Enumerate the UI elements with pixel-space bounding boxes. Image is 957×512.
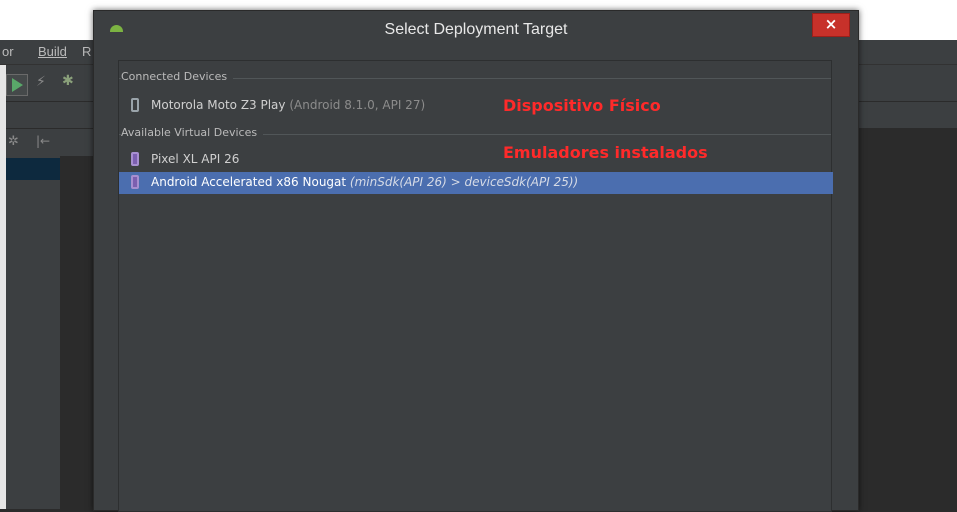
debug-icon[interactable]: ✱ [62, 73, 74, 89]
run-icon[interactable] [6, 74, 28, 96]
section-connected-devices: Connected Devices [119, 69, 831, 87]
project-tree-selected-row[interactable] [0, 158, 60, 180]
device-row-physical[interactable]: Motorola Moto Z3 Play (Android 8.1.0, AP… [119, 95, 833, 117]
collapse-icon[interactable]: |← [36, 134, 50, 148]
device-label: Motorola Moto Z3 Play (Android 8.1.0, AP… [151, 98, 425, 112]
device-detail: (Android 8.1.0, API 27) [285, 98, 426, 112]
dialog-title: Select Deployment Target [384, 21, 568, 38]
annotation-emulators: Emuladores instalados [503, 143, 708, 162]
menu-item-build[interactable]: Build [38, 44, 67, 59]
emulator-icon [131, 152, 139, 166]
device-row-virtual-selected[interactable]: Android Accelerated x86 Nougat (minSdk(A… [119, 172, 833, 194]
dialog-titlebar[interactable]: Select Deployment Target × [94, 11, 858, 49]
close-icon[interactable]: × [812, 13, 850, 37]
project-panel-header: ✲ |← [0, 128, 100, 157]
phone-icon [131, 98, 139, 112]
device-name: Pixel XL API 26 [151, 152, 240, 166]
device-row-virtual[interactable]: Pixel XL API 26 [119, 149, 833, 171]
device-list: Connected Devices Motorola Moto Z3 Play … [118, 60, 833, 512]
device-label: Pixel XL API 26 [151, 152, 239, 166]
menu-item-editor[interactable]: or [2, 44, 14, 59]
section-virtual-devices: Available Virtual Devices [119, 125, 831, 143]
annotation-physical-device: Dispositivo Físico [503, 96, 661, 115]
project-panel [0, 156, 60, 509]
device-label: Android Accelerated x86 Nougat (minSdk(A… [151, 175, 578, 189]
select-deployment-target-dialog: Select Deployment Target × Connected Dev… [93, 10, 859, 512]
device-name: Android Accelerated x86 Nougat [151, 175, 347, 189]
menu-item-run[interactable]: R [82, 44, 91, 59]
section-label: Connected Devices [121, 70, 234, 83]
gear-icon[interactable]: ✲ [8, 134, 19, 149]
window-edge [0, 65, 6, 509]
emulator-icon [131, 175, 139, 189]
device-detail: (minSdk(API 26) > deviceSdk(API 25)) [346, 175, 579, 189]
device-name: Motorola Moto Z3 Play [151, 98, 286, 112]
section-label: Available Virtual Devices [121, 126, 264, 139]
apply-changes-icon[interactable]: ⚡ [36, 74, 46, 90]
